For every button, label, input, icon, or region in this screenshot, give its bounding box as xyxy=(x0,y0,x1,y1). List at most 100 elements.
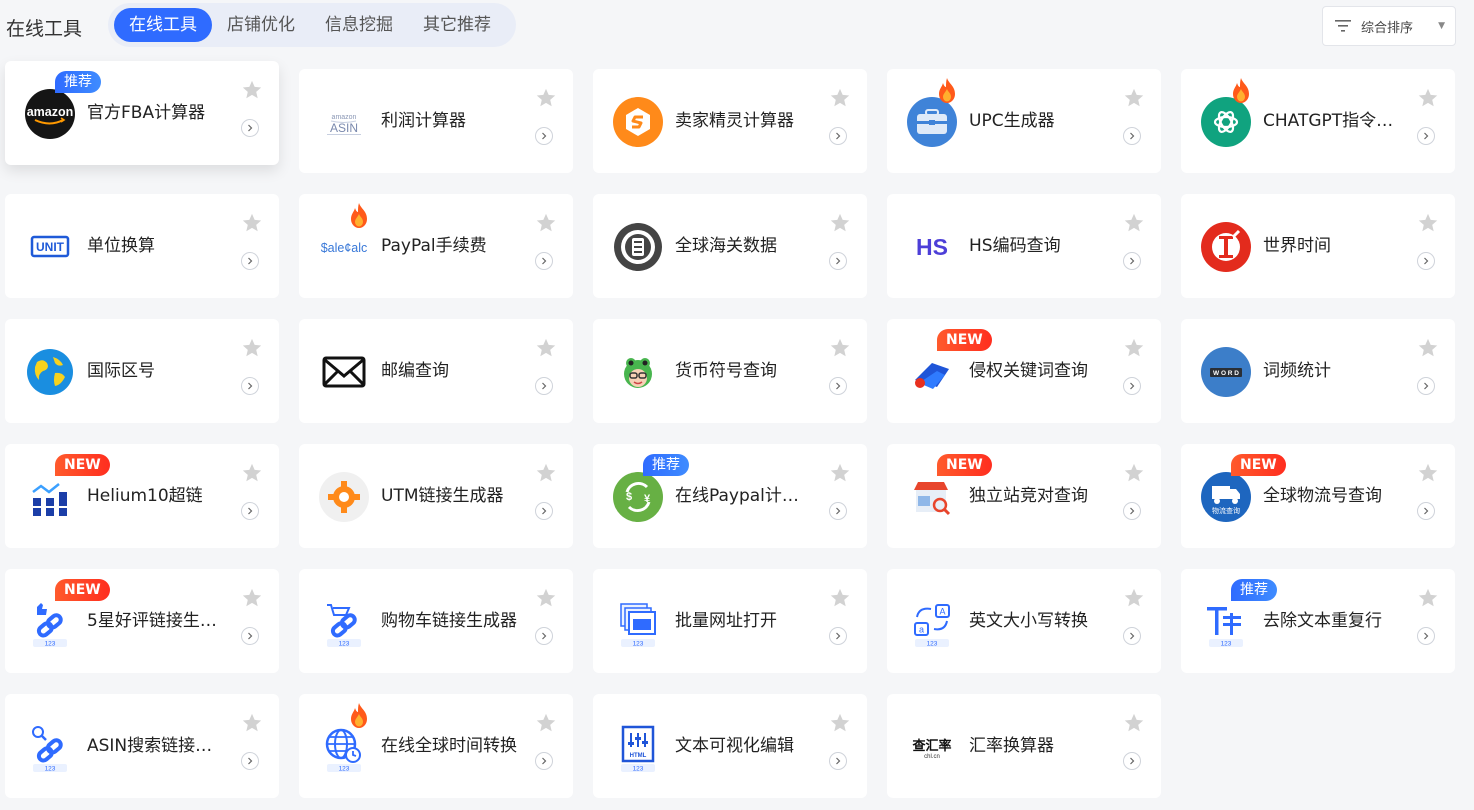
tool-card[interactable]: $ale¢alc PayPal手续费 xyxy=(299,194,573,298)
star-icon[interactable] xyxy=(1123,587,1145,609)
star-icon[interactable] xyxy=(829,212,851,234)
star-icon[interactable] xyxy=(1417,212,1439,234)
star-icon[interactable] xyxy=(535,462,557,484)
tool-card[interactable]: UPC生成器 xyxy=(887,69,1161,173)
star-icon[interactable] xyxy=(535,87,557,109)
hs-text-icon-icon: HS xyxy=(916,234,948,260)
open-tool-button[interactable] xyxy=(1123,627,1141,645)
tab-info-mining[interactable]: 信息挖掘 xyxy=(310,8,408,42)
star-icon[interactable] xyxy=(241,212,263,234)
open-tool-button[interactable] xyxy=(241,627,259,645)
star-icon[interactable] xyxy=(829,462,851,484)
tool-card[interactable]: NEW Helium10超链 xyxy=(5,444,279,548)
tool-card[interactable]: 123 NEW 5星好评链接生成器 xyxy=(5,569,279,673)
star-icon[interactable] xyxy=(1123,87,1145,109)
tool-card[interactable]: 123 ASIN搜索链接生成器 xyxy=(5,694,279,798)
tool-card[interactable]: $ ¥ 推荐 在线Paypal计算器 xyxy=(593,444,867,548)
open-tool-button[interactable] xyxy=(1123,377,1141,395)
star-icon[interactable] xyxy=(1123,462,1145,484)
star-icon[interactable] xyxy=(535,212,557,234)
tab-store-optimization[interactable]: 店铺优化 xyxy=(212,8,310,42)
tab-other-recommend[interactable]: 其它推荐 xyxy=(408,8,506,42)
star-icon[interactable] xyxy=(241,587,263,609)
open-tool-button[interactable] xyxy=(241,119,259,137)
tool-card[interactable]: HS HS编码查询 xyxy=(887,194,1161,298)
tool-card[interactable]: NEW 侵权关键词查询 xyxy=(887,319,1161,423)
open-tool-button[interactable] xyxy=(1123,502,1141,520)
star-icon[interactable] xyxy=(829,87,851,109)
new-badge: NEW xyxy=(1231,454,1286,476)
open-tool-button[interactable] xyxy=(829,752,847,770)
star-icon[interactable] xyxy=(241,79,263,101)
star-icon[interactable] xyxy=(241,712,263,734)
tool-card[interactable]: 国际区号 xyxy=(5,319,279,423)
svg-text:123: 123 xyxy=(633,641,644,648)
tool-card[interactable]: 卖家精灵计算器 xyxy=(593,69,867,173)
open-tool-button[interactable] xyxy=(1417,252,1435,270)
tool-card[interactable]: Aa 123 英文大小写转换 xyxy=(887,569,1161,673)
star-icon[interactable] xyxy=(829,712,851,734)
star-icon[interactable] xyxy=(1417,462,1439,484)
open-tool-button[interactable] xyxy=(535,502,553,520)
star-icon[interactable] xyxy=(1123,212,1145,234)
tool-card[interactable]: 物流查询 NEW 全球物流号查询 xyxy=(1181,444,1455,548)
open-tool-button[interactable] xyxy=(1417,502,1435,520)
open-tool-button[interactable] xyxy=(1417,127,1435,145)
star-icon[interactable] xyxy=(241,337,263,359)
tool-card[interactable]: 邮编查询 xyxy=(299,319,573,423)
open-tool-button[interactable] xyxy=(1123,252,1141,270)
open-tool-button[interactable] xyxy=(535,752,553,770)
star-icon[interactable] xyxy=(1417,87,1439,109)
tool-card[interactable]: 世界时间 xyxy=(1181,194,1455,298)
tool-card[interactable]: HTML 123 文本可视化编辑 xyxy=(593,694,867,798)
tool-card[interactable]: amazon ASIN 利润计算器 xyxy=(299,69,573,173)
tool-card[interactable]: UNIT 单位换算 xyxy=(5,194,279,298)
paypal-exchange-icon-icon: $ ¥ xyxy=(613,472,663,522)
star-icon[interactable] xyxy=(829,337,851,359)
open-tool-button[interactable] xyxy=(535,377,553,395)
open-tool-button[interactable] xyxy=(535,127,553,145)
tool-card[interactable]: CHATGPT指令大全 xyxy=(1181,69,1455,173)
open-tool-button[interactable] xyxy=(1123,752,1141,770)
open-tool-button[interactable] xyxy=(241,377,259,395)
tool-card[interactable]: 全球海关数据 xyxy=(593,194,867,298)
recommend-badge: 推荐 xyxy=(643,454,689,476)
open-tool-button[interactable] xyxy=(1417,627,1435,645)
star-icon[interactable] xyxy=(535,712,557,734)
tool-card[interactable]: 123 购物车链接生成器 xyxy=(299,569,573,673)
star-icon[interactable] xyxy=(829,587,851,609)
tool-card[interactable]: 货币符号查询 xyxy=(593,319,867,423)
star-icon[interactable] xyxy=(1123,337,1145,359)
star-icon[interactable] xyxy=(1417,587,1439,609)
open-tool-button[interactable] xyxy=(1417,377,1435,395)
open-tool-button[interactable] xyxy=(829,127,847,145)
chevron-right-icon xyxy=(542,507,547,515)
open-tool-button[interactable] xyxy=(829,502,847,520)
open-tool-button[interactable] xyxy=(241,752,259,770)
open-tool-button[interactable] xyxy=(829,252,847,270)
sort-dropdown[interactable]: 综合排序 ▼ xyxy=(1322,6,1456,46)
tab-online-tools[interactable]: 在线工具 xyxy=(114,8,212,42)
star-icon[interactable] xyxy=(1417,337,1439,359)
star-icon[interactable] xyxy=(535,337,557,359)
open-tool-button[interactable] xyxy=(1123,127,1141,145)
tool-card[interactable]: NEW 独立站竞对查询 xyxy=(887,444,1161,548)
tool-card[interactable]: 123 推荐 去除文本重复行 xyxy=(1181,569,1455,673)
star-icon[interactable] xyxy=(1123,712,1145,734)
tool-card[interactable]: W O R D 词频统计 xyxy=(1181,319,1455,423)
tool-card[interactable]: UTM链接生成器 xyxy=(299,444,573,548)
open-tool-button[interactable] xyxy=(535,627,553,645)
tool-card[interactable]: 123 批量网址打开 xyxy=(593,569,867,673)
open-tool-button[interactable] xyxy=(241,252,259,270)
open-tool-button[interactable] xyxy=(829,377,847,395)
tool-card[interactable]: amazon 推荐 官方FBA计算器 xyxy=(5,61,279,165)
open-tool-button[interactable] xyxy=(241,502,259,520)
tool-card[interactable]: 123 在线全球时间转换 xyxy=(299,694,573,798)
star-icon[interactable] xyxy=(535,587,557,609)
tool-card[interactable]: 查汇率 chl.cn 汇率换算器 xyxy=(887,694,1161,798)
caret-down-icon: ▼ xyxy=(1438,21,1445,31)
open-tool-button[interactable] xyxy=(535,252,553,270)
tool-name: 汇率换算器 xyxy=(969,736,1054,756)
star-icon[interactable] xyxy=(241,462,263,484)
open-tool-button[interactable] xyxy=(829,627,847,645)
